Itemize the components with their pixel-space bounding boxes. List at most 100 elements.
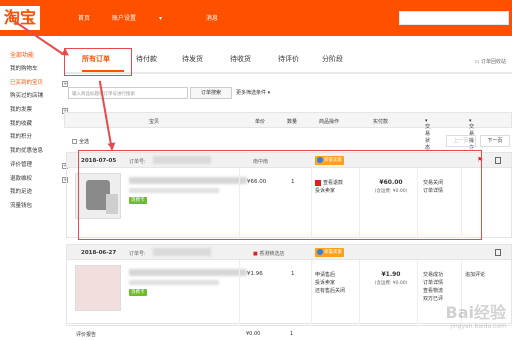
recycle-bin-label: 订单回收站 [480, 59, 506, 65]
shop-name[interactable]: ■ 香港精选店 [253, 250, 284, 257]
order-number-blurred [153, 248, 211, 256]
sidebar-item-reviews[interactable]: 评价管理 + [10, 159, 68, 173]
quantity: 1 [290, 331, 294, 337]
paid-amount: ¥1.90 [381, 271, 401, 278]
sidebar-item-wallet[interactable]: 流量钱包 [10, 200, 58, 214]
search-input[interactable] [399, 11, 509, 25]
seller-badge: 荣誉卖家 [315, 248, 344, 257]
col-qty: 数量 [287, 119, 298, 125]
top-nav: 首页 账户设置 ▾ 消息 [78, 13, 240, 22]
after-sales-closed-link[interactable]: 还有售后关闭 [315, 287, 345, 295]
tab-staged[interactable]: 分阶段 [322, 54, 343, 64]
watermark-sub: jingyan.baidu.com [450, 323, 506, 330]
recycle-bin-link[interactable]: ▭ 订单回收站 [475, 58, 506, 65]
sidebar-item-cart[interactable]: 我的购物车 [10, 63, 58, 77]
sidebar: 全部功能 我的购物车 已买到的宝贝 + 购买过的店铺 我的发票+ 我的收藏 我的积… [0, 50, 68, 214]
nav-home[interactable]: 首页 [78, 13, 90, 22]
sidebar-item-label: 购买过的店铺 [10, 93, 44, 100]
unit-price: ¥0.00 [246, 331, 261, 337]
sidebar-item-label: 已买到的宝贝 [10, 79, 44, 86]
divider [311, 260, 312, 324]
order-details-link[interactable]: 订单详情 [423, 279, 443, 287]
sidebar-item-label: 我的收藏 [10, 120, 33, 127]
sidebar-item-label: 我的优惠信息 [10, 148, 44, 155]
order-header: 2018-06-27 订单号: ■ 香港精选店 荣誉卖家 [67, 245, 511, 260]
select-all-label: 全选 [79, 139, 90, 145]
nav-messages[interactable]: 消息 [206, 13, 218, 22]
taobao-logo[interactable]: 淘宝 [0, 6, 41, 30]
sidebar-item-label: 我的发票 [10, 107, 33, 114]
sidebar-item-label: 评价管理 [10, 161, 33, 168]
unit-price: ¥1.96 [247, 271, 263, 277]
order-search-button[interactable]: 订单搜索 [190, 87, 232, 99]
sidebar-item-label: 我的足迹 [10, 189, 33, 196]
sidebar-item-label: 退款维权 [10, 175, 33, 182]
divider [359, 260, 360, 324]
sidebar-item-refunds[interactable]: 退款维权 + [10, 173, 68, 187]
shipping-fee: (含运费: ¥0.00) [374, 281, 408, 286]
col-status: 交易状态 ▾ [425, 118, 431, 151]
order-status: 交易成功 订单详情 查看物流 双方已评 [423, 271, 443, 303]
chevron-down-icon: ▾ [267, 90, 271, 96]
sidebar-item-footprints[interactable]: 我的足迹 [10, 186, 58, 200]
tab-pending-receipt[interactable]: 待收货 [230, 54, 251, 64]
nav-account-settings[interactable]: 账户设置 ▾ [112, 13, 184, 22]
sidebar-item-invoice[interactable]: 我的发票+ [10, 104, 68, 118]
both-reviewed-text: 双方已评 [423, 296, 444, 302]
table-header: 宝贝 单价 数量 商品操作 实付款 交易状态 ▾ 交易操作 ▾ [64, 112, 512, 151]
seller-badge-label: 荣誉卖家 [324, 250, 342, 255]
col-item: 宝贝 [149, 119, 160, 125]
sidebar-item-label: 流量钱包 [10, 202, 33, 209]
order-search-input[interactable]: 输入商品标题或订单号进行搜索 [68, 87, 188, 99]
apply-after-sales-link[interactable]: 申请售后 [315, 271, 345, 279]
expand-icon[interactable]: + [62, 80, 68, 87]
watermark: Bai经验 jingyan.baidu.com [446, 299, 506, 330]
tab-pending-payment[interactable]: 待付款 [136, 54, 157, 64]
divider [239, 260, 240, 324]
sidebar-item-label: 我的购物车 [10, 66, 38, 72]
checkbox-icon [72, 139, 77, 144]
sidebar-item-coupons[interactable]: 我的优惠信息 [10, 145, 58, 159]
gift-card-badge: 消费卡 [129, 289, 147, 296]
sidebar-item-purchased[interactable]: 已买到的宝贝 + [10, 77, 68, 91]
top-nav-bar: 淘宝 首页 账户设置 ▾ 消息 [0, 0, 512, 36]
watermark-main: Bai经验 [445, 303, 506, 322]
trash-icon[interactable] [495, 249, 501, 256]
col-item-ops: 商品操作 [319, 119, 340, 125]
product-title-blurred[interactable] [129, 269, 247, 276]
view-logistics-link[interactable]: 查看物流 [423, 287, 443, 295]
select-all-checkbox[interactable]: 全选 [72, 138, 89, 145]
next-page-button[interactable]: 下一页 [480, 135, 510, 147]
sidebar-title[interactable]: 全部功能 [10, 50, 58, 59]
product-thumbnail[interactable] [75, 265, 121, 311]
nav-account-settings-label: 账户设置 [112, 15, 137, 22]
quantity: 1 [291, 271, 295, 277]
sidebar-item-label: 我的积分 [10, 134, 33, 141]
item-operations: 申请售后 投诉卖家 还有售后关闭 [315, 271, 345, 295]
add-review-link[interactable]: 追加评论 [465, 271, 485, 279]
annotation-box-tab [64, 48, 132, 76]
order-number-label: 订单号: [129, 251, 146, 257]
complain-seller-link[interactable]: 投诉卖家 [315, 279, 345, 287]
divider [417, 260, 418, 324]
shop-name-label: 香港精选店 [259, 251, 285, 257]
sidebar-item-shops[interactable]: 购买过的店铺 [10, 90, 58, 104]
tab-pending-review[interactable]: 待评价 [278, 54, 299, 64]
order-date: 2018-06-27 [81, 250, 117, 256]
trash-icon[interactable] [495, 157, 501, 164]
prev-page-button[interactable]: 上一页 [446, 135, 476, 147]
sidebar-item-points[interactable]: 我的积分 [10, 131, 58, 145]
badge-icon [317, 248, 323, 255]
col-paid: 实付款 [373, 119, 389, 125]
status-text: 交易成功 [423, 272, 444, 278]
row-label: 评价报告 [76, 332, 97, 338]
tab-pending-shipment[interactable]: 待发货 [182, 54, 203, 64]
chevron-down-icon: ▾ [159, 15, 163, 22]
annotation-box-order [78, 150, 482, 240]
col-status-label: 交易状态 [425, 124, 431, 151]
more-filters-link[interactable]: 更多筛选条件 ▾ [236, 89, 270, 96]
annotation-arrowhead [107, 142, 117, 151]
order-actions: 追加评论 [465, 271, 485, 279]
sidebar-item-favorites[interactable]: 我的收藏 [10, 118, 58, 132]
product-sku-blurred [129, 280, 219, 285]
